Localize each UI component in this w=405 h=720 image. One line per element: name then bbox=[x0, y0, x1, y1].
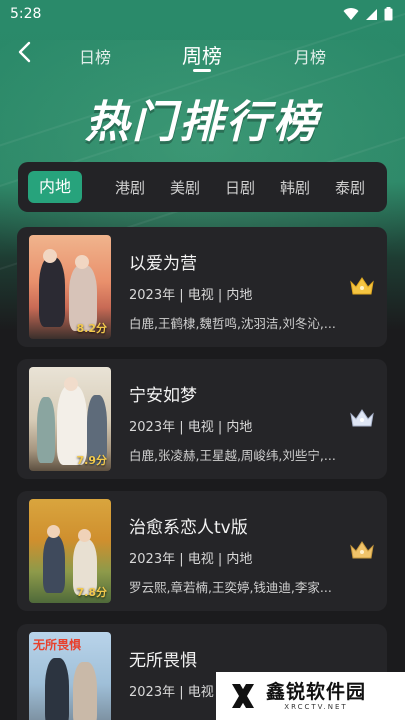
x-logo-icon bbox=[232, 684, 254, 708]
item-cast: 罗云熙,章若楠,王奕婷,钱迪迪,李家... bbox=[129, 580, 332, 595]
ranking-item[interactable]: 8.2分 以爱为营 2023年 | 电视 | 内地 白鹿,王鹤棣,魏哲鸣,沈羽洁… bbox=[17, 227, 387, 347]
watermark-name: 鑫锐软件园 bbox=[266, 681, 367, 703]
poster-image: 无所畏惧 bbox=[29, 632, 111, 720]
ranking-item[interactable]: 7.9分 宁安如梦 2023年 | 电视 | 内地 白鹿,张凌赫,王星越,周峻纬… bbox=[17, 359, 387, 479]
item-meta: 2023年 | 电视 | 内地 bbox=[129, 420, 253, 435]
item-cast: 白鹿,王鹤棣,魏哲鸣,沈羽洁,刘冬沁,... bbox=[129, 316, 336, 331]
item-meta: 2023年 | 电视 | 内地 bbox=[129, 552, 253, 567]
poster-image: 8.2分 bbox=[29, 235, 111, 339]
silver-crown-icon bbox=[350, 409, 374, 427]
poster-title: 无所畏惧 bbox=[33, 638, 82, 652]
item-title: 治愈系恋人tv版 bbox=[129, 518, 248, 538]
score-label: 7.9分 bbox=[76, 454, 108, 467]
item-title: 以爱为营 bbox=[129, 254, 197, 274]
poster-image: 7.8分 bbox=[29, 499, 111, 603]
poster-image: 7.9分 bbox=[29, 367, 111, 471]
battery-icon bbox=[384, 7, 393, 21]
category-bar: 内地 港剧 美剧 日剧 韩剧 泰剧 台 bbox=[18, 162, 387, 212]
status-time: 5:28 bbox=[10, 6, 42, 22]
category-jp[interactable]: 日剧 bbox=[225, 177, 255, 198]
score-label: 8.2分 bbox=[76, 322, 108, 335]
signal-icon bbox=[366, 8, 377, 20]
wifi-icon bbox=[343, 7, 359, 20]
status-bar: 5:28 bbox=[0, 0, 405, 28]
category-kr[interactable]: 韩剧 bbox=[280, 177, 310, 198]
item-cast: 白鹿,张凌赫,王星越,周峻纬,刘些宁,... bbox=[129, 448, 336, 463]
active-tab-indicator bbox=[193, 69, 211, 72]
category-us[interactable]: 美剧 bbox=[170, 177, 200, 198]
item-meta: 2023年 | 电视 bbox=[129, 685, 214, 700]
category-hk[interactable]: 港剧 bbox=[115, 177, 145, 198]
category-th[interactable]: 泰剧 bbox=[335, 177, 365, 198]
watermark-url: XRCCTV.NET bbox=[284, 703, 348, 711]
category-mainland[interactable]: 内地 bbox=[28, 171, 82, 203]
item-title: 无所畏惧 bbox=[129, 651, 197, 671]
score-label: 7.8分 bbox=[76, 586, 108, 599]
back-arrow-icon[interactable] bbox=[14, 40, 38, 64]
ranking-item[interactable]: 7.8分 治愈系恋人tv版 2023年 | 电视 | 内地 罗云熙,章若楠,王奕… bbox=[17, 491, 387, 611]
page-title: 热门排行榜 bbox=[85, 97, 320, 148]
watermark-logo: 鑫锐软件园 XRCCTV.NET bbox=[216, 672, 405, 720]
tab-monthly[interactable]: 月榜 bbox=[294, 44, 326, 68]
period-nav: 日榜 周榜 月榜 bbox=[0, 34, 405, 78]
item-meta: 2023年 | 电视 | 内地 bbox=[129, 288, 253, 303]
tab-weekly[interactable]: 周榜 bbox=[182, 40, 222, 69]
gold-crown-icon bbox=[350, 277, 374, 295]
item-title: 宁安如梦 bbox=[129, 386, 197, 406]
bronze-crown-icon bbox=[350, 541, 374, 559]
tab-daily[interactable]: 日榜 bbox=[79, 44, 111, 68]
